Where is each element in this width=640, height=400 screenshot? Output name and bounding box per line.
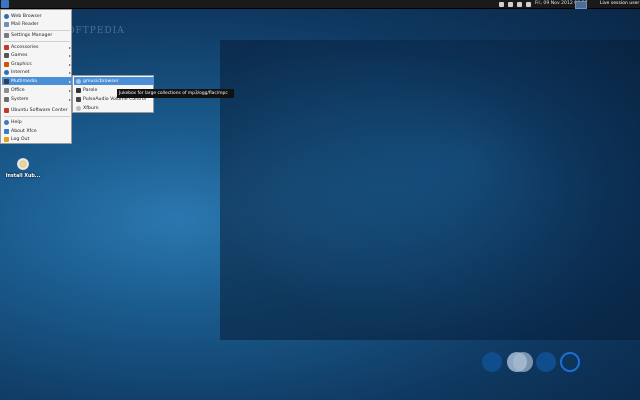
system-icon xyxy=(4,96,9,102)
parole-icon xyxy=(76,87,81,93)
submenu-arrow-icon: ▸ xyxy=(68,44,71,50)
menu-item-office[interactable]: Office ▸ xyxy=(2,86,72,94)
applications-menu-button[interactable] xyxy=(1,0,9,8)
logo-circle xyxy=(560,352,580,372)
logo-circle xyxy=(513,352,533,372)
desktop-icon-label: Install Xub... xyxy=(5,174,41,179)
volume-icon xyxy=(76,96,81,102)
menu-item-settings-manager[interactable]: Settings Manager xyxy=(2,31,72,39)
gmusicbrowser-icon xyxy=(76,78,81,84)
menu-item-web-browser[interactable]: Web Browser xyxy=(2,12,72,20)
software-center-icon xyxy=(4,107,9,113)
menu-item-accessories[interactable]: Accessories ▸ xyxy=(2,43,72,51)
menu-item-about-xfce[interactable]: About Xfce xyxy=(2,127,72,135)
submenu-item-xfburn[interactable]: Xfburn xyxy=(74,104,154,112)
menu-item-system[interactable]: System ▸ xyxy=(2,95,72,103)
menu-separator xyxy=(4,116,70,117)
menu-item-log-out[interactable]: Log Out xyxy=(2,135,72,143)
sound-icon[interactable] xyxy=(508,1,513,7)
top-panel: Fri, 09 Nov 2012 08:27 Live session user xyxy=(0,0,640,9)
multimedia-icon xyxy=(4,78,9,84)
notification-icon[interactable] xyxy=(517,1,522,7)
tooltip: Jukebox for large collections of mp3/ogg… xyxy=(117,89,234,98)
games-icon xyxy=(4,52,9,58)
menu-item-games[interactable]: Games ▸ xyxy=(2,51,72,59)
submenu-arrow-icon: ▸ xyxy=(68,61,71,67)
logout-icon xyxy=(4,136,9,142)
xfburn-icon xyxy=(76,105,81,111)
system-tray xyxy=(497,0,533,8)
internet-icon xyxy=(4,69,9,75)
accessories-icon xyxy=(4,44,9,50)
submenu-arrow-icon: ▸ xyxy=(68,52,71,58)
user-icon[interactable] xyxy=(526,1,531,7)
web-browser-icon xyxy=(4,13,9,19)
desktop-icon-install[interactable]: Install Xub... xyxy=(6,158,40,186)
menu-item-internet[interactable]: Internet ▸ xyxy=(2,68,72,76)
menu-item-mail-reader[interactable]: Mail Reader xyxy=(2,20,72,28)
desktop-background xyxy=(220,40,640,340)
logo-circle xyxy=(482,352,502,372)
graphics-icon xyxy=(4,61,9,67)
help-icon xyxy=(4,119,9,125)
office-icon xyxy=(4,87,9,93)
mail-icon xyxy=(4,21,9,27)
session-user[interactable]: Live session user xyxy=(600,0,639,8)
cd-icon xyxy=(17,158,29,170)
menu-item-help[interactable]: Help xyxy=(2,118,72,126)
network-icon[interactable] xyxy=(499,1,504,7)
about-icon xyxy=(4,128,9,134)
logo-circle xyxy=(536,352,556,372)
workspace-switcher[interactable] xyxy=(575,1,587,9)
menu-item-multimedia[interactable]: Multimedia ▸ xyxy=(2,77,72,85)
submenu-item-gmusicbrowser[interactable]: gmusicbrowser xyxy=(74,77,154,85)
menu-item-ubuntu-software-center[interactable]: Ubuntu Software Center xyxy=(2,106,72,114)
submenu-arrow-icon: ▸ xyxy=(68,69,71,75)
settings-icon xyxy=(4,32,9,38)
menu-separator xyxy=(4,41,70,42)
xubuntu-logo xyxy=(482,352,582,374)
applications-menu: Web Browser Mail Reader Settings Manager… xyxy=(0,9,72,144)
menu-item-graphics[interactable]: Graphics ▸ xyxy=(2,60,72,68)
